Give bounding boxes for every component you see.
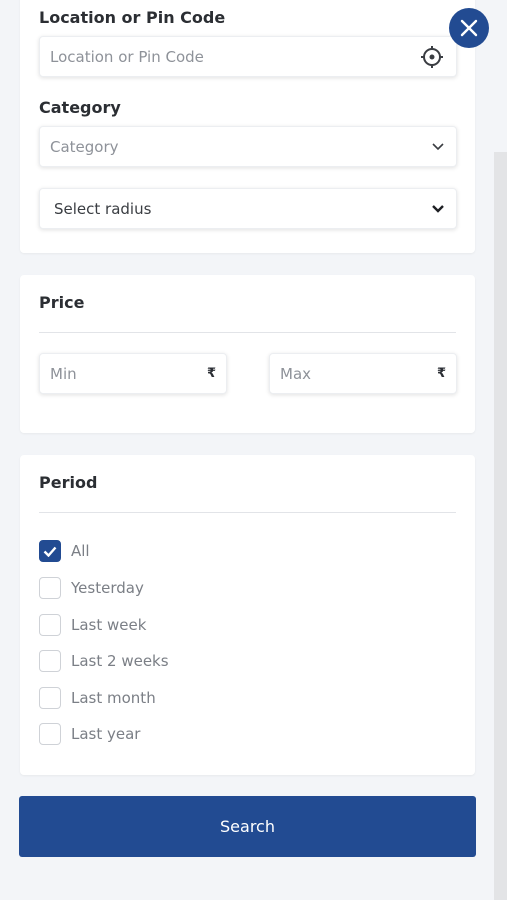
period-option-last-month[interactable]: Last month <box>39 687 156 709</box>
period-option-all[interactable]: All <box>39 540 90 562</box>
period-label: Period <box>39 473 98 492</box>
period-option-label: Last 2 weeks <box>71 652 169 670</box>
radius-select[interactable]: Select radius <box>39 188 457 229</box>
period-option-label: Last week <box>71 616 147 634</box>
category-label: Category <box>39 98 121 117</box>
close-button[interactable] <box>449 8 489 48</box>
period-option-label: All <box>71 542 90 560</box>
checkbox[interactable] <box>39 577 61 599</box>
checkbox[interactable] <box>39 687 61 709</box>
price-min-placeholder: Min <box>50 364 77 383</box>
category-placeholder: Category <box>50 137 119 156</box>
close-icon <box>460 19 478 37</box>
location-placeholder: Location or Pin Code <box>50 47 204 66</box>
checkbox[interactable] <box>39 614 61 636</box>
period-option-label: Last year <box>71 725 141 743</box>
price-max-input[interactable]: Max ₹ <box>269 353 457 394</box>
crosshair-icon[interactable] <box>420 45 444 69</box>
checkbox[interactable] <box>39 650 61 672</box>
period-option-yesterday[interactable]: Yesterday <box>39 577 144 599</box>
period-option-last-2-weeks[interactable]: Last 2 weeks <box>39 650 169 672</box>
price-max-placeholder: Max <box>280 364 312 383</box>
price-label: Price <box>39 293 85 312</box>
location-label: Location or Pin Code <box>39 8 226 27</box>
search-button[interactable]: Search <box>19 796 476 857</box>
period-option-label: Last month <box>71 689 156 707</box>
radius-value: Select radius <box>54 199 152 218</box>
location-input[interactable]: Location or Pin Code <box>39 36 457 77</box>
price-min-input[interactable]: Min ₹ <box>39 353 227 394</box>
chevron-down-icon <box>432 142 444 151</box>
rupee-icon: ₹ <box>436 366 446 381</box>
period-option-last-year[interactable]: Last year <box>39 723 140 745</box>
period-divider <box>39 512 456 513</box>
period-option-label: Yesterday <box>71 579 144 597</box>
period-option-last-week[interactable]: Last week <box>39 614 146 636</box>
chevron-down-icon <box>432 204 444 213</box>
scrollbar-track[interactable] <box>494 152 507 900</box>
checkbox[interactable] <box>39 723 61 745</box>
category-select[interactable]: Category <box>39 126 457 167</box>
price-divider <box>39 332 456 333</box>
checkbox-checked[interactable] <box>39 540 61 562</box>
rupee-icon: ₹ <box>206 366 216 381</box>
